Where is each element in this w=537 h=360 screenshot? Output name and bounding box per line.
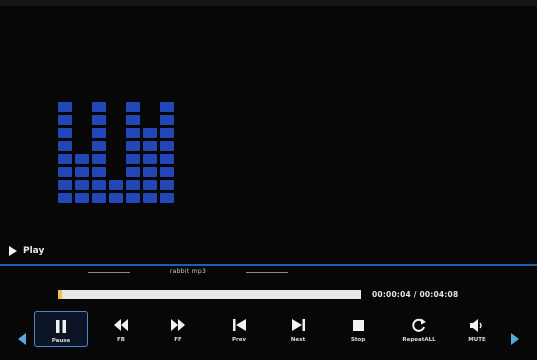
- visualizer-block: [92, 102, 106, 112]
- visualizer-block: [92, 193, 106, 203]
- play-icon: [9, 246, 17, 256]
- visualizer-block: [109, 180, 123, 190]
- repeat-button-label: RepeatALL: [402, 337, 436, 343]
- visualizer-block: [126, 141, 140, 151]
- fast-forward-button[interactable]: FF: [151, 311, 205, 347]
- visualizer-block: [160, 115, 174, 125]
- previous-icon: [232, 315, 246, 335]
- audio-visualizer: [58, 63, 238, 213]
- visualizer-block: [92, 141, 106, 151]
- visualizer-block: [160, 180, 174, 190]
- visualizer-block: [58, 180, 72, 190]
- visualizer-block: [143, 193, 157, 203]
- visualizer-block: [75, 180, 89, 190]
- visualizer-block: [75, 193, 89, 203]
- visualizer-block: [58, 154, 72, 164]
- visualizer-block: [92, 154, 106, 164]
- visualizer-block: [126, 115, 140, 125]
- visualizer-block: [92, 128, 106, 138]
- pause-icon: [55, 316, 67, 336]
- visualizer-block: [160, 102, 174, 112]
- repeat-button[interactable]: RepeatALL: [392, 311, 446, 347]
- progress-bar[interactable]: [58, 290, 361, 299]
- visualizer-block: [143, 167, 157, 177]
- repeat-icon: [411, 315, 427, 335]
- stop-button[interactable]: Stop: [331, 311, 385, 347]
- visualizer-block: [160, 193, 174, 203]
- progress-fill: [58, 290, 62, 299]
- visualizer-block: [126, 180, 140, 190]
- visualizer-block: [58, 167, 72, 177]
- visualizer-block: [126, 167, 140, 177]
- fast-backward-icon: [114, 315, 128, 335]
- visualizer-block: [160, 167, 174, 177]
- visualizer-block: [126, 193, 140, 203]
- media-player-screen: Play rabbit mp3 00:00:04 / 00:04:08 Paus…: [0, 0, 537, 360]
- visualizer-block: [92, 167, 106, 177]
- visualizer-block: [109, 193, 123, 203]
- visualizer-block: [143, 180, 157, 190]
- time-display: 00:00:04 / 00:04:08: [372, 290, 459, 299]
- visualizer-block: [143, 128, 157, 138]
- next-icon: [291, 315, 305, 335]
- control-bar-divider: [0, 264, 537, 266]
- visualizer-block: [75, 167, 89, 177]
- visualizer-block: [58, 115, 72, 125]
- scroll-left-arrow-icon[interactable]: [18, 333, 26, 345]
- stop-icon: [352, 315, 364, 335]
- fast-backward-button[interactable]: FB: [94, 311, 148, 347]
- mute-button[interactable]: MUTE: [450, 311, 504, 347]
- visualizer-block: [92, 115, 106, 125]
- visualizer-block: [143, 141, 157, 151]
- visualizer-block: [58, 102, 72, 112]
- track-filename: rabbit mp3: [130, 268, 246, 275]
- mute-button-label: MUTE: [468, 337, 486, 343]
- visualizer-block: [58, 193, 72, 203]
- visualizer-block: [92, 180, 106, 190]
- top-border: [0, 0, 537, 6]
- mute-icon: [469, 315, 485, 335]
- next-button[interactable]: Next: [271, 311, 325, 347]
- visualizer-block: [58, 141, 72, 151]
- visualizer-block: [126, 154, 140, 164]
- pause-button[interactable]: Pause: [34, 311, 88, 347]
- visualizer-block: [58, 128, 72, 138]
- playback-status: Play: [9, 246, 44, 256]
- scroll-right-arrow-icon[interactable]: [511, 333, 519, 345]
- visualizer-block: [75, 154, 89, 164]
- visualizer-block: [160, 154, 174, 164]
- fast-backward-button-label: FB: [117, 337, 125, 343]
- fast-forward-icon: [171, 315, 185, 335]
- visualizer-block: [126, 102, 140, 112]
- pause-button-label: Pause: [51, 338, 71, 344]
- visualizer-block: [143, 154, 157, 164]
- visualizer-block: [126, 128, 140, 138]
- visualizer-block: [160, 141, 174, 151]
- stop-button-label: Stop: [350, 337, 366, 343]
- previous-button[interactable]: Prev: [212, 311, 266, 347]
- previous-button-label: Prev: [231, 337, 247, 343]
- playback-status-label: Play: [23, 246, 45, 256]
- fast-forward-button-label: FF: [174, 337, 182, 343]
- next-button-label: Next: [290, 337, 306, 343]
- visualizer-block: [160, 128, 174, 138]
